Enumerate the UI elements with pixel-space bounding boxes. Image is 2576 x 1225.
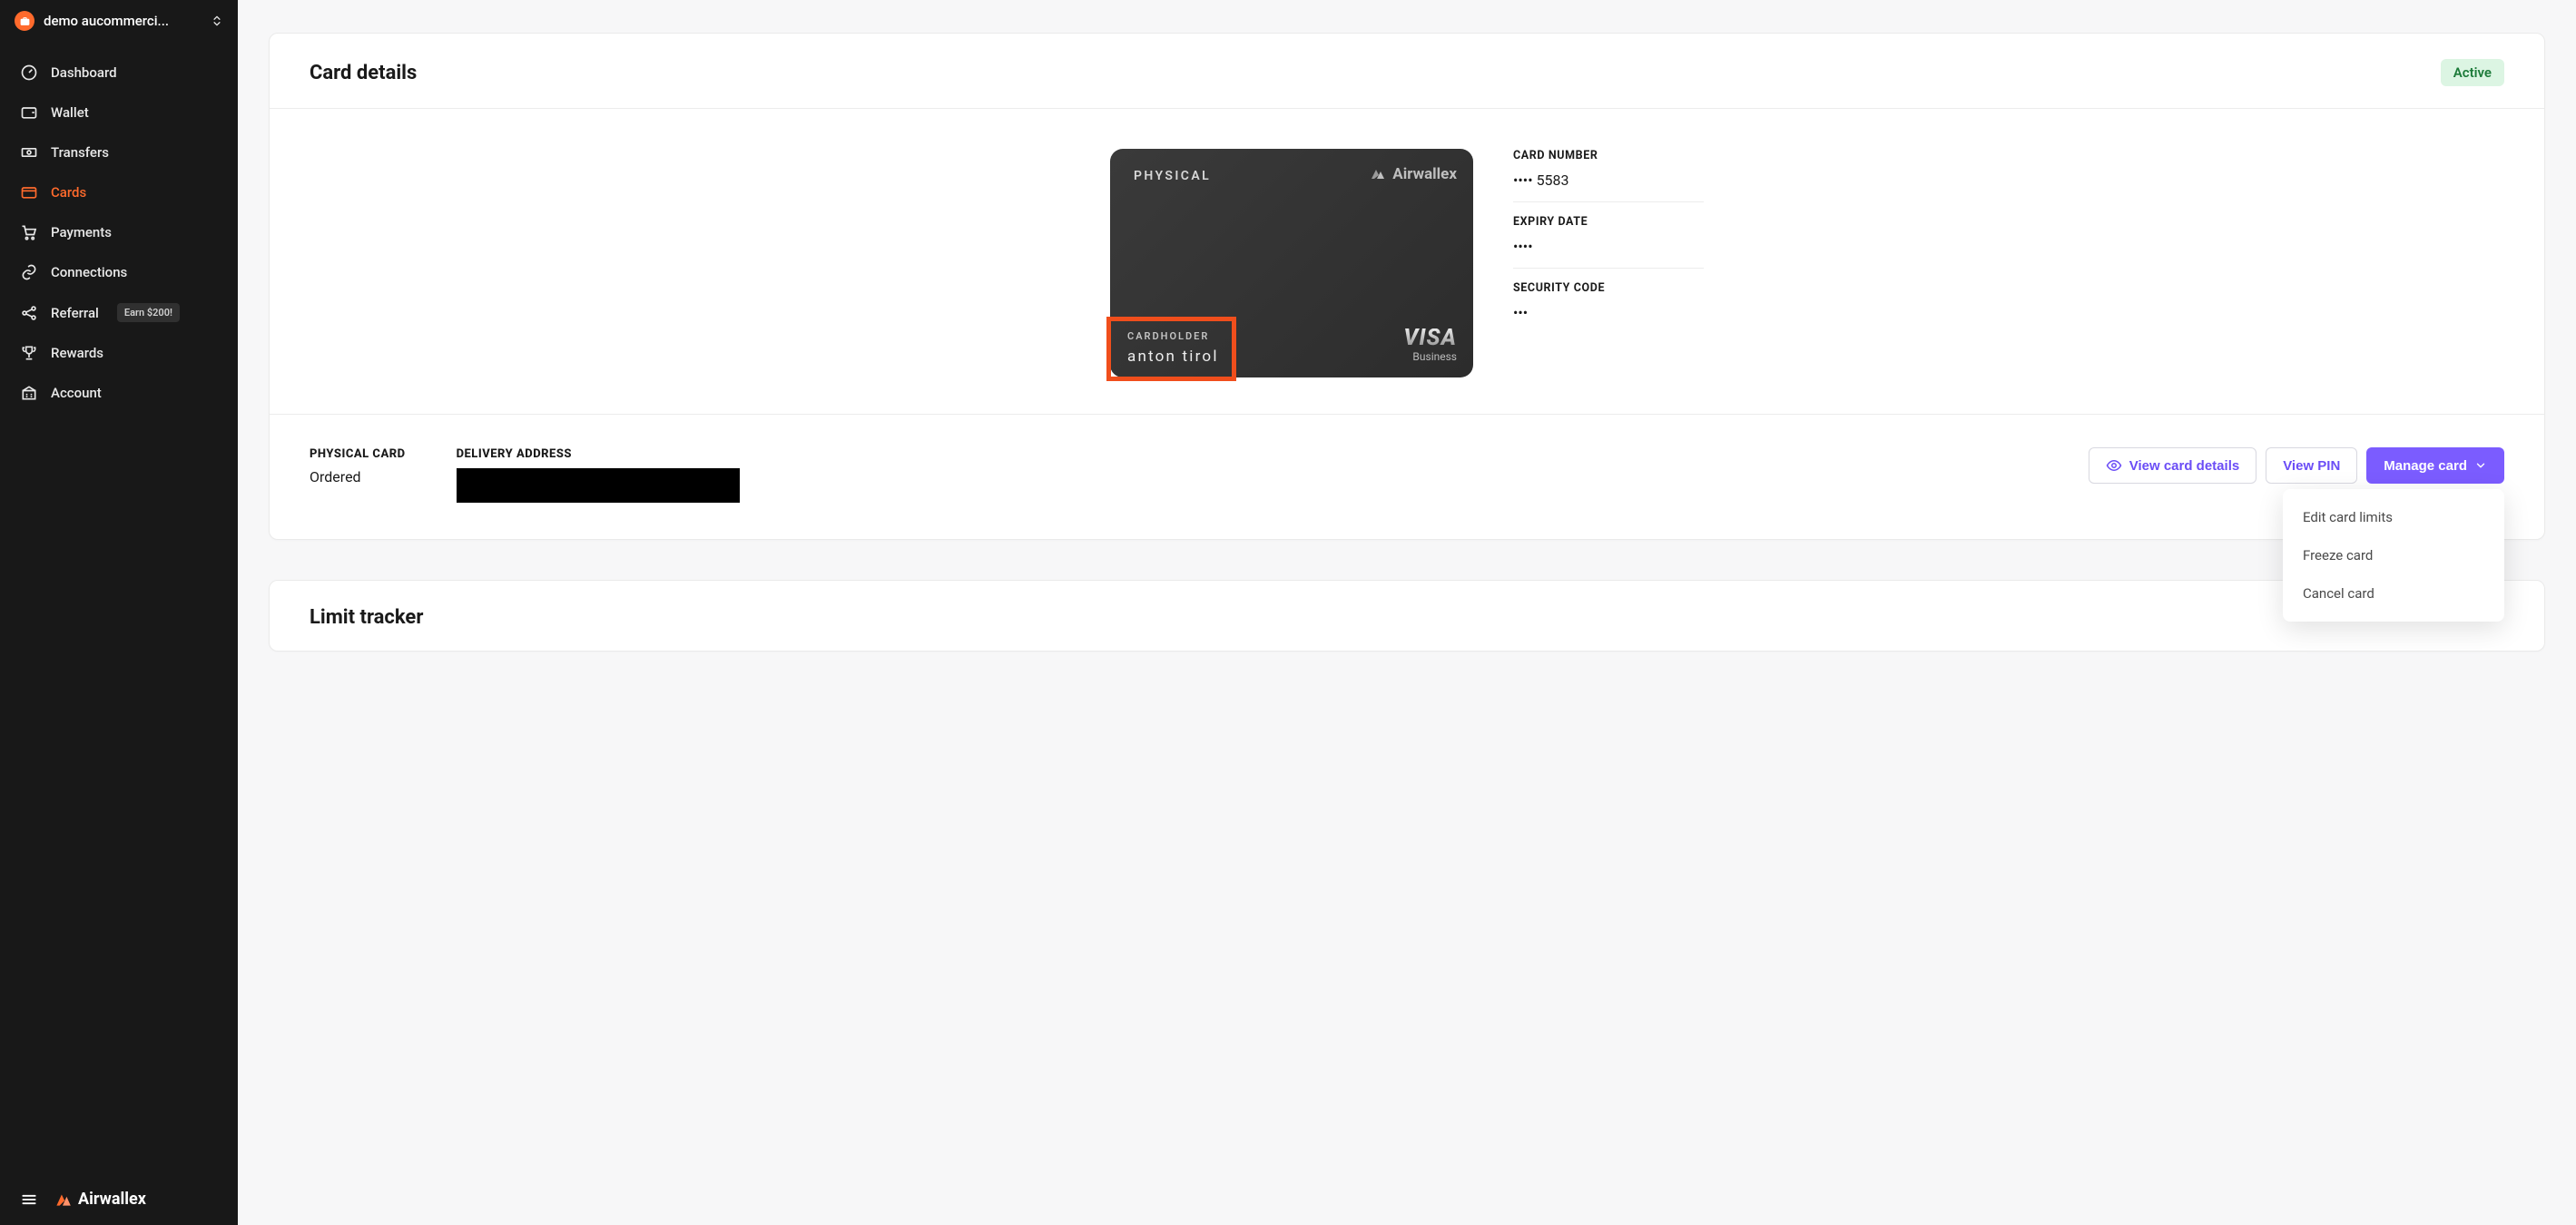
status-row: PHYSICAL CARD Ordered DELIVERY ADDRESS V… <box>270 415 2544 539</box>
panel-title: Limit tracker <box>310 606 423 629</box>
card-actions: View card details View PIN Manage card E… <box>2089 447 2504 484</box>
org-name: demo aucommerci... <box>44 13 202 29</box>
sidebar-item-payments[interactable]: Payments <box>0 212 238 252</box>
sidebar-item-cards[interactable]: Cards <box>0 172 238 212</box>
col-label: PHYSICAL CARD <box>310 447 406 461</box>
card-icon <box>20 183 38 201</box>
meta-card-number: CARD NUMBER •••• 5583 <box>1513 149 1704 202</box>
visa-mark: VISA Business <box>1403 328 1457 364</box>
view-pin-button[interactable]: View PIN <box>2266 447 2357 484</box>
account-icon <box>20 384 38 402</box>
cardholder-name: anton tirol <box>1127 348 1219 366</box>
meta-value: ••• <box>1513 304 1704 321</box>
sidebar-footer: Airwallex <box>0 1173 238 1225</box>
airwallex-mark-icon <box>1369 167 1387 181</box>
card-meta: CARD NUMBER •••• 5583 EXPIRY DATE •••• S… <box>1513 149 1704 334</box>
referral-badge: Earn $200! <box>117 303 180 322</box>
sidebar-item-account[interactable]: Account <box>0 373 238 413</box>
status-badge: Active <box>2441 59 2504 86</box>
card-brand-name: Airwallex <box>1392 165 1457 183</box>
meta-label: SECURITY CODE <box>1513 281 1704 295</box>
sidebar: demo aucommerci... Dashboard Wallet <box>0 0 238 1225</box>
redacted-address <box>457 468 740 503</box>
dropdown-item-freeze-card[interactable]: Freeze card <box>2283 536 2504 574</box>
sidebar-item-label: Cards <box>51 184 86 201</box>
chevrons-up-down-icon <box>211 15 223 27</box>
sidebar-item-connections[interactable]: Connections <box>0 252 238 292</box>
cardholder-label: CARDHOLDER <box>1127 330 1219 342</box>
sidebar-item-rewards[interactable]: Rewards <box>0 333 238 373</box>
button-label: View PIN <box>2283 458 2340 474</box>
sidebar-item-label: Transfers <box>51 144 109 161</box>
sidebar-item-label: Account <box>51 385 102 401</box>
panel-header: Card details Active <box>270 34 2544 108</box>
col-value: Ordered <box>310 468 406 485</box>
meta-security-code: SECURITY CODE ••• <box>1513 281 1704 334</box>
chevron-down-icon <box>2474 459 2487 472</box>
card-brand: Airwallex <box>1369 165 1457 183</box>
sidebar-item-transfers[interactable]: Transfers <box>0 132 238 172</box>
sidebar-item-label: Rewards <box>51 345 103 361</box>
brand-name: Airwallex <box>78 1190 146 1209</box>
card-network-sub: Business <box>1403 350 1457 363</box>
sidebar-item-label: Payments <box>51 224 112 240</box>
sidebar-item-referral[interactable]: Referral Earn $200! <box>0 292 238 333</box>
button-label: View card details <box>2129 458 2239 474</box>
physical-card-status: PHYSICAL CARD Ordered <box>310 447 406 485</box>
panel-header: Limit tracker <box>270 581 2544 651</box>
transfers-icon <box>20 143 38 162</box>
sidebar-item-label: Wallet <box>51 104 89 121</box>
wallet-icon <box>20 103 38 122</box>
meta-expiry: EXPIRY DATE •••• <box>1513 215 1704 269</box>
col-label: DELIVERY ADDRESS <box>457 447 740 461</box>
dropdown-item-cancel-card[interactable]: Cancel card <box>2283 574 2504 612</box>
cardholder-highlight: CARDHOLDER anton tirol <box>1106 317 1236 381</box>
card-details-panel: Card details Active PHYSICAL Airwallex <box>269 33 2545 540</box>
manage-card-button[interactable]: Manage card <box>2366 447 2504 484</box>
airwallex-logo-icon <box>53 1191 73 1208</box>
panel-title: Card details <box>310 62 417 84</box>
dropdown-item-edit-limits[interactable]: Edit card limits <box>2283 498 2504 536</box>
brand-logo: Airwallex <box>53 1190 146 1209</box>
briefcase-icon <box>15 11 34 31</box>
meta-value: •••• <box>1513 238 1704 255</box>
org-switcher[interactable]: demo aucommerci... <box>0 0 238 45</box>
sidebar-item-dashboard[interactable]: Dashboard <box>0 53 238 93</box>
card-network: VISA <box>1403 328 1457 349</box>
meta-value: •••• 5583 <box>1513 172 1704 189</box>
card-visual-wrap: PHYSICAL Airwallex CARDHOLDER anton tiro… <box>1110 149 1473 377</box>
menu-icon[interactable] <box>20 1191 38 1209</box>
card-visual: PHYSICAL Airwallex CARDHOLDER anton tiro… <box>1110 149 1473 377</box>
sidebar-item-wallet[interactable]: Wallet <box>0 93 238 132</box>
connections-icon <box>20 263 38 281</box>
sidebar-item-label: Connections <box>51 264 127 280</box>
eye-icon <box>2106 457 2122 474</box>
rewards-icon <box>20 344 38 362</box>
payments-icon <box>20 223 38 241</box>
sidebar-nav: Dashboard Wallet Transfers Cards <box>0 45 238 420</box>
card-row: PHYSICAL Airwallex CARDHOLDER anton tiro… <box>270 109 2544 414</box>
sidebar-item-label: Dashboard <box>51 64 117 81</box>
main-content: Card details Active PHYSICAL Airwallex <box>238 0 2576 1225</box>
meta-label: EXPIRY DATE <box>1513 215 1704 229</box>
view-card-details-button[interactable]: View card details <box>2089 447 2256 484</box>
button-label: Manage card <box>2384 458 2467 474</box>
delivery-address: DELIVERY ADDRESS <box>457 447 740 503</box>
limit-tracker-panel: Limit tracker <box>269 580 2545 652</box>
sidebar-item-label: Referral <box>51 305 99 321</box>
manage-card-dropdown: Edit card limits Freeze card Cancel card <box>2283 489 2504 622</box>
gauge-icon <box>20 64 38 82</box>
referral-icon <box>20 304 38 322</box>
meta-label: CARD NUMBER <box>1513 149 1704 162</box>
